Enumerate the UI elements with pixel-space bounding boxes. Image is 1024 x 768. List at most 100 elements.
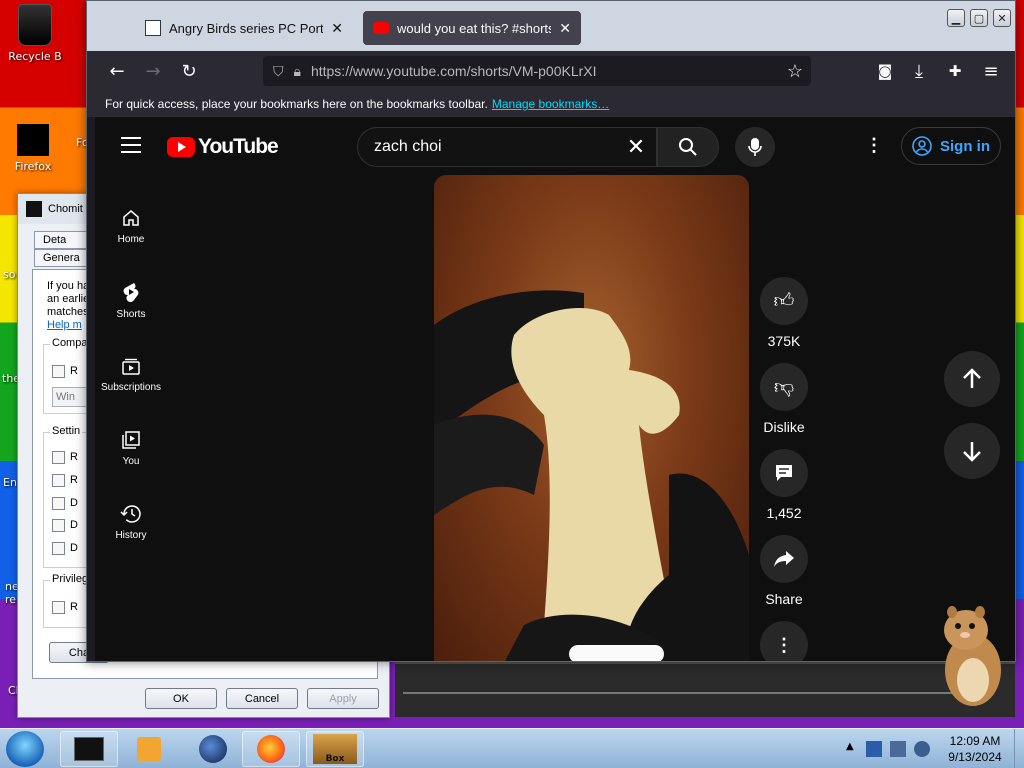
logo-text: YouTube xyxy=(198,135,279,158)
sidebar-item-home[interactable]: Home xyxy=(95,189,167,263)
more-action[interactable]: ⋮ xyxy=(760,621,808,661)
search-button[interactable] xyxy=(657,127,719,167)
extensions-icon[interactable]: ✚ xyxy=(943,59,967,83)
compat-checkbox[interactable] xyxy=(52,365,65,378)
show-desktop-button[interactable] xyxy=(1014,729,1024,768)
forward-button[interactable]: → xyxy=(141,59,165,83)
start-button[interactable] xyxy=(6,731,44,767)
setting-checkbox[interactable] xyxy=(52,542,65,555)
taskbar-item-command-window[interactable] xyxy=(60,731,118,767)
intro-line: If you ha xyxy=(47,280,90,292)
tab-general[interactable]: Genera xyxy=(34,249,94,267)
search-value[interactable]: zach choi xyxy=(374,138,616,156)
back-button[interactable]: ← xyxy=(105,59,129,83)
like-button[interactable]: 👍︎ xyxy=(760,277,808,325)
lock-icon[interactable]: 🔒︎ xyxy=(294,63,301,80)
sidebar-item-subscriptions[interactable]: Subscriptions xyxy=(95,337,167,411)
dislike-button[interactable]: 👎︎ xyxy=(760,363,808,411)
browser-tab-angry-birds[interactable]: Angry Birds series PC Ports : Ro ✕ xyxy=(135,11,353,45)
comments-action[interactable]: 1,452 xyxy=(760,449,808,521)
like-action[interactable]: 👍︎ 375K xyxy=(760,277,808,349)
thumbs-down-icon: 👎︎ xyxy=(773,376,795,398)
setting-checkbox[interactable] xyxy=(52,474,65,487)
setting-checkbox[interactable] xyxy=(52,497,65,510)
close-tab-icon[interactable]: ✕ xyxy=(331,20,343,37)
cancel-button[interactable]: Cancel xyxy=(226,688,298,709)
sign-in-label: Sign in xyxy=(940,137,990,155)
box-label: Box xyxy=(325,754,345,764)
url-text[interactable]: https://www.youtube.com/shorts/VM-p00KLr… xyxy=(311,63,777,79)
show-hidden-icons-arrow-icon[interactable]: ▲ xyxy=(846,741,854,752)
help-link[interactable]: Help m xyxy=(47,319,89,332)
next-short-button[interactable] xyxy=(944,423,1000,479)
volume-icon[interactable] xyxy=(914,741,930,757)
privilege-checkbox[interactable] xyxy=(52,601,65,614)
clear-search-icon[interactable]: ✕ xyxy=(616,134,656,160)
more-button[interactable]: ⋮ xyxy=(760,621,808,661)
bookmark-star-icon[interactable]: ☆ xyxy=(787,61,811,82)
shorts-video-player[interactable] xyxy=(434,175,749,661)
you-icon xyxy=(122,430,140,449)
clock-date: 9/13/2024 xyxy=(948,750,1002,764)
box-icon: Box xyxy=(313,734,357,764)
command-window-icon xyxy=(74,737,104,761)
sidebar-item-history[interactable]: History xyxy=(95,485,167,559)
desktop-icon-firefox[interactable]: Firefox xyxy=(8,124,58,173)
search-input[interactable]: zach choi ✕ xyxy=(357,127,657,167)
sidebar-item-you[interactable]: You xyxy=(95,411,167,485)
hamburger-menu-icon[interactable] xyxy=(121,137,141,153)
minimize-button[interactable]: ▁ xyxy=(947,9,965,27)
share-button[interactable] xyxy=(760,535,808,583)
settings-menu-icon[interactable]: ⋮ xyxy=(865,135,883,156)
tray-icon[interactable] xyxy=(866,741,882,757)
url-bar[interactable]: ⛉ 🔒︎ https://www.youtube.com/shorts/VM-p… xyxy=(263,56,811,86)
media-player-icon xyxy=(137,737,161,761)
reload-button[interactable]: ↻ xyxy=(177,59,201,83)
dislike-action[interactable]: 👎︎ Dislike xyxy=(760,363,808,435)
checkbox-label: R xyxy=(70,451,78,463)
sign-in-button[interactable]: Sign in xyxy=(901,127,1001,165)
intro-line: an earlie xyxy=(47,293,90,305)
close-window-button[interactable]: ✕ xyxy=(993,9,1011,27)
taskbar-item-firefox[interactable] xyxy=(242,731,300,767)
shield-icon[interactable]: ⛉ xyxy=(273,63,284,80)
taskbar-item-media-player[interactable] xyxy=(120,731,178,767)
previous-short-button[interactable] xyxy=(944,351,1000,407)
network-icon[interactable] xyxy=(890,741,906,757)
youtube-favicon-icon xyxy=(373,22,389,34)
select-value: Win xyxy=(56,391,75,403)
youtube-logo[interactable]: YouTube xyxy=(167,135,279,159)
sidebar-item-shorts[interactable]: Shorts xyxy=(95,263,167,337)
comments-button[interactable] xyxy=(760,449,808,497)
history-icon xyxy=(120,504,141,523)
checkbox-label: R xyxy=(70,601,78,613)
apply-button[interactable]: Apply xyxy=(307,688,379,709)
menu-icon[interactable]: ≡ xyxy=(979,59,1003,83)
clock-time: 12:09 AM xyxy=(949,734,1001,748)
pocket-icon[interactable]: ◙ xyxy=(873,59,897,83)
microphone-icon xyxy=(748,138,762,156)
desktop-icon-recycle-bin[interactable]: Recycle B xyxy=(2,4,68,63)
wiki-icon xyxy=(145,20,161,36)
setting-checkbox[interactable] xyxy=(52,451,65,464)
maximize-button[interactable]: ▢ xyxy=(970,9,988,27)
manage-bookmarks-link[interactable]: Manage bookmarks… xyxy=(492,97,609,111)
system-clock[interactable]: 12:09 AM 9/13/2024 xyxy=(940,733,1010,765)
share-action[interactable]: Share xyxy=(760,535,808,607)
voice-search-button[interactable] xyxy=(735,127,775,167)
group-label: Compa xyxy=(50,337,90,349)
setting-checkbox[interactable] xyxy=(52,519,65,532)
taskbar-item-globe[interactable] xyxy=(184,731,242,767)
more-icon: ⋮ xyxy=(775,634,793,655)
dialog-title: Chomit xyxy=(48,203,83,215)
browser-tab-youtube[interactable]: would you eat this? #shorts - Yo ✕ xyxy=(363,11,581,45)
tab-details[interactable]: Deta xyxy=(34,231,88,249)
share-label: Share xyxy=(765,591,803,607)
checkbox-label: D xyxy=(70,542,78,554)
close-tab-icon[interactable]: ✕ xyxy=(559,20,571,37)
downloads-icon[interactable]: ⤓ xyxy=(907,59,931,83)
taskbar-item-box[interactable]: Box xyxy=(306,731,364,767)
hamster-desktop-pet[interactable] xyxy=(938,600,1008,710)
ok-button[interactable]: OK xyxy=(145,688,217,709)
desktop-icon-label: Recycle B xyxy=(8,50,62,63)
